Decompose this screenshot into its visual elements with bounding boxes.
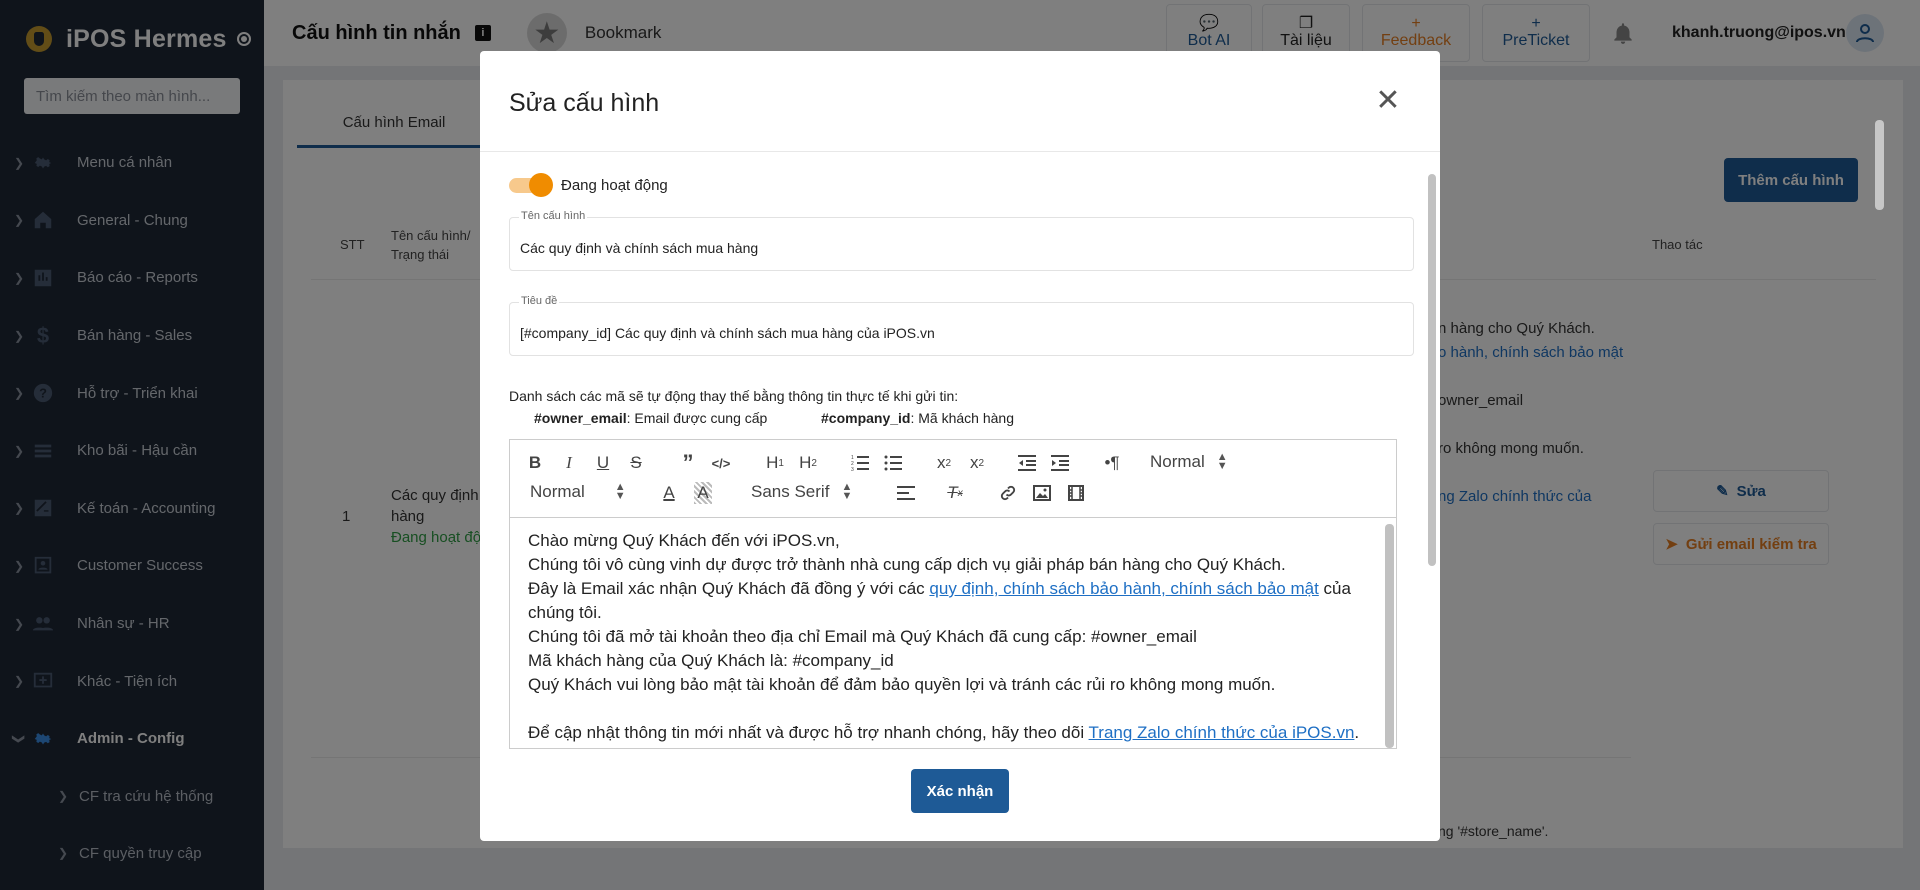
link-icon[interactable]	[997, 482, 1019, 504]
content-line: Chúng tôi đã mở tài khoản theo địa chỉ E…	[528, 627, 1197, 646]
content-line: Quý Khách vui lòng bảo mật tài khoản để …	[528, 675, 1276, 694]
rich-text-editor: B I U S ” </> H1 H2 123 x2 x2 •¶ Normal …	[509, 439, 1397, 749]
toggle-thumb	[529, 173, 553, 197]
content-line: Mã khách hàng của Quý Khách là: #company…	[528, 651, 894, 670]
config-name-label: Tên cấu hình	[519, 210, 588, 222]
subject-field[interactable]: Tiêu đề [#company_id] Các quy định và ch…	[509, 295, 1414, 356]
config-name-field[interactable]: Tên cấu hình Các quy định và chính sách …	[509, 210, 1414, 271]
text-direction-icon[interactable]: •¶	[1100, 452, 1124, 474]
zalo-link[interactable]: Trang Zalo chính thức của iPOS.vn	[1089, 723, 1355, 742]
font-select[interactable]: Sans Serif ▲ ▼	[751, 482, 852, 502]
content-line: Chúng tôi vô cùng vinh dự được trở thành…	[528, 555, 1286, 574]
code-owner-email: #owner_email: Email được cung cấp	[534, 410, 767, 426]
config-name-value: Các quy định và chính sách mua hàng	[520, 240, 759, 256]
text-color-icon[interactable]: A	[660, 482, 678, 504]
editor-scrollbar[interactable]	[1385, 524, 1394, 748]
superscript-icon[interactable]: x2	[965, 452, 989, 474]
background-color-icon[interactable]: A	[694, 482, 712, 504]
modal-divider	[480, 151, 1440, 152]
select-arrows-icon: ▲ ▼	[841, 481, 853, 502]
editor-toolbar: B I U S ” </> H1 H2 123 x2 x2 •¶ Normal …	[510, 440, 1396, 518]
content-text: Đây là Email xác nhận Quý Khách đã đồng …	[528, 579, 930, 598]
active-toggle[interactable]	[509, 173, 553, 197]
code-desc: : Mã khách hàng	[910, 410, 1014, 426]
content-text: Để cập nhật thông tin mới nhất và được h…	[528, 723, 1089, 742]
modal-title: Sửa cấu hình	[509, 89, 660, 117]
subject-value: [#company_id] Các quy định và chính sách…	[520, 325, 935, 341]
align-icon[interactable]	[895, 482, 917, 504]
header-select[interactable]: Normal ▲ ▼	[1150, 452, 1228, 472]
video-icon[interactable]	[1065, 482, 1087, 504]
ordered-list-icon[interactable]: 123	[849, 452, 871, 474]
code-desc: : Email được cung cấp	[626, 410, 768, 426]
svg-text:3: 3	[851, 467, 854, 471]
heading-1-icon[interactable]: H1	[763, 452, 787, 474]
font-select-value: Sans Serif	[751, 482, 830, 501]
modal-scrollbar[interactable]	[1428, 174, 1436, 566]
select-arrows-icon: ▲ ▼	[1216, 451, 1228, 472]
indent-icon[interactable]	[1049, 452, 1071, 474]
policy-link[interactable]: quy định, chính sách bảo hành, chính sác…	[929, 579, 1318, 598]
code-name: #owner_email	[534, 410, 627, 426]
select-arrows-icon: ▲ ▼	[614, 481, 626, 502]
header-select-value: Normal	[1150, 452, 1205, 471]
confirm-button[interactable]: Xác nhận	[911, 769, 1009, 813]
clear-format-icon[interactable]: Tx	[944, 482, 966, 504]
italic-icon[interactable]: I	[560, 452, 578, 474]
underline-icon[interactable]: U	[594, 452, 612, 474]
content-line: Đây là Email xác nhận Quý Khách đã đồng …	[528, 577, 1362, 625]
content-line: Để cập nhật thông tin mới nhất và được h…	[528, 721, 1362, 745]
content-text: .	[1354, 723, 1360, 742]
edit-config-modal: Sửa cấu hình ✕ Đang hoạt động Tên cấu hì…	[480, 51, 1440, 841]
blockquote-icon[interactable]: ”	[677, 450, 699, 475]
outdent-icon[interactable]	[1016, 452, 1038, 474]
toggle-label: Đang hoạt động	[561, 177, 668, 194]
page-scrollbar[interactable]	[1875, 120, 1884, 210]
size-select[interactable]: Normal ▲ ▼	[530, 482, 626, 502]
subject-label: Tiêu đề	[519, 295, 560, 307]
code-block-icon[interactable]: </>	[710, 452, 732, 474]
editor-content[interactable]: Chào mừng Quý Khách đến với iPOS.vn, Chú…	[510, 519, 1380, 748]
content-blank-line	[528, 697, 1362, 721]
bullet-list-icon[interactable]	[882, 452, 904, 474]
heading-2-icon[interactable]: H2	[796, 452, 820, 474]
close-icon[interactable]: ✕	[1375, 86, 1401, 116]
size-select-value: Normal	[530, 482, 585, 501]
bold-icon[interactable]: B	[526, 452, 544, 474]
image-icon[interactable]	[1031, 482, 1053, 504]
placeholder-hint: Danh sách các mã sẽ tự động thay thế bằn…	[509, 388, 959, 404]
content-line: Chào mừng Quý Khách đến với iPOS.vn,	[528, 531, 840, 550]
subscript-icon[interactable]: x2	[932, 452, 956, 474]
strikethrough-icon[interactable]: S	[627, 452, 645, 474]
code-name: #company_id	[821, 410, 911, 426]
code-company-id: #company_id: Mã khách hàng	[821, 410, 1014, 426]
